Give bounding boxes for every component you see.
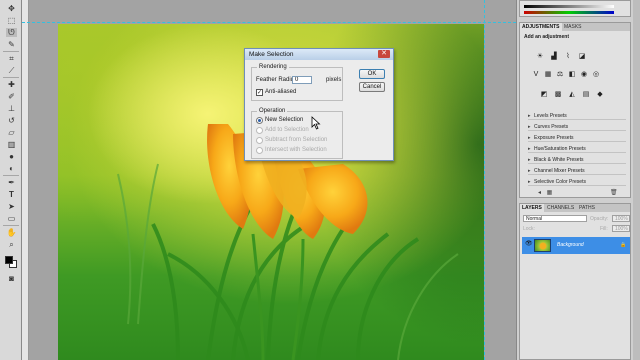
path-select-tool-icon[interactable]: ➤ <box>6 202 17 211</box>
threshold-icon[interactable]: ◭ <box>568 91 576 99</box>
exposure-icon[interactable]: ◪ <box>578 53 586 61</box>
color-panel <box>519 0 631 17</box>
blend-mode-select[interactable]: Normal <box>523 215 587 222</box>
blur-tool-icon[interactable]: ● <box>6 152 17 161</box>
tab-adjustments[interactable]: ADJUSTMENTS <box>520 23 562 31</box>
preset-exposure[interactable]: ▸ Exposure Presets <box>528 134 626 142</box>
adjustments-footer-icons[interactable]: ◂ ▦ <box>538 189 554 197</box>
tab-paths[interactable]: PATHS <box>577 204 597 212</box>
channel-mixer-icon[interactable]: ◎ <box>592 71 600 79</box>
panels-dock: ADJUSTMENTS MASKS Add an adjustment ☀ ▟ … <box>516 0 640 360</box>
collapsed-panel-strip <box>633 0 640 360</box>
preset-curves[interactable]: ▸ Curves Presets <box>528 123 626 131</box>
fill-label: Fill: <box>600 226 608 232</box>
hue-saturation-icon[interactable]: ▦ <box>544 71 552 79</box>
adjustments-panel: ADJUSTMENTS MASKS Add an adjustment ☀ ▟ … <box>519 22 631 198</box>
selective-color-icon[interactable]: ◆ <box>596 91 604 99</box>
type-tool-icon[interactable]: T <box>6 190 17 199</box>
history-brush-tool-icon[interactable]: ↺ <box>6 116 17 125</box>
quick-select-tool-icon[interactable]: ✎ <box>6 40 17 49</box>
dialog-titlebar[interactable]: Make Selection ✕ <box>245 49 393 60</box>
dialog-title: Make Selection <box>249 51 294 58</box>
color-slider-2[interactable] <box>524 11 614 14</box>
preset-black-white[interactable]: ▸ Black & White Presets <box>528 156 626 164</box>
layer-row-background[interactable]: 👁 Background 🔒 <box>522 237 630 254</box>
operation-legend: Operation <box>257 108 288 114</box>
adjustments-tabbar: ADJUSTMENTS MASKS <box>520 23 630 31</box>
quick-mask-icon[interactable]: ◙ <box>6 274 17 283</box>
rendering-legend: Rendering <box>257 64 289 70</box>
zoom-tool-icon[interactable]: ⌕ <box>6 240 17 249</box>
lock-icon: 🔒 <box>620 242 627 248</box>
dodge-tool-icon[interactable]: ◐ <box>6 164 17 173</box>
curves-icon[interactable]: ⌇ <box>564 53 572 61</box>
preset-selective-color[interactable]: ▸ Selective Color Presets <box>528 178 626 186</box>
healing-brush-tool-icon[interactable]: ✚ <box>6 80 17 89</box>
levels-icon[interactable]: ▟ <box>550 53 558 61</box>
preset-channel-mixer[interactable]: ▸ Channel Mixer Presets <box>528 167 626 175</box>
color-slider[interactable] <box>524 5 614 8</box>
intersect-with-selection-label: Intersect with Selection <box>265 147 327 153</box>
gradient-tool-icon[interactable]: ▥ <box>6 140 17 149</box>
eye-icon[interactable]: 👁 <box>525 241 533 248</box>
foreground-color-swatch[interactable] <box>5 256 13 264</box>
preset-hue-saturation[interactable]: ▸ Hue/Saturation Presets <box>528 145 626 153</box>
feather-unit-label: pixels <box>326 77 342 83</box>
cancel-button[interactable]: Cancel <box>359 82 385 92</box>
hand-tool-icon[interactable]: ✋ <box>6 228 17 237</box>
crop-tool-icon[interactable]: ⌗ <box>6 54 17 63</box>
guide-vertical[interactable] <box>484 0 485 360</box>
tab-masks[interactable]: MASKS <box>562 23 584 31</box>
pen-tool-icon[interactable]: ✒ <box>6 178 17 187</box>
color-balance-icon[interactable]: ⚖ <box>556 71 564 79</box>
gradient-map-icon[interactable]: ▤ <box>582 91 590 99</box>
move-tool-icon[interactable]: ✥ <box>6 4 17 13</box>
brightness-contrast-icon[interactable]: ☀ <box>536 53 544 61</box>
antialiased-checkbox[interactable]: ✓ <box>256 89 263 96</box>
add-to-selection-label: Add to Selection <box>265 127 309 133</box>
feather-radius-input[interactable] <box>292 76 312 84</box>
radio-new-selection[interactable] <box>256 117 263 124</box>
eraser-tool-icon[interactable]: ▱ <box>6 128 17 137</box>
radio-subtract-from-selection <box>256 137 263 144</box>
radio-intersect-with-selection <box>256 147 263 154</box>
shape-tool-icon[interactable]: ▭ <box>6 214 17 223</box>
tab-layers[interactable]: LAYERS <box>520 204 544 212</box>
tab-channels[interactable]: CHANNELS <box>545 204 576 212</box>
vibrance-icon[interactable]: V <box>532 71 540 79</box>
layer-name: Background <box>557 242 584 248</box>
layer-thumbnail <box>534 239 551 252</box>
ok-button[interactable]: OK <box>359 69 385 79</box>
mouse-pointer-icon <box>311 116 321 130</box>
trash-icon[interactable]: 🗑 <box>610 189 620 197</box>
preset-levels[interactable]: ▸ Levels Presets <box>528 112 626 120</box>
new-selection-label: New Selection <box>265 117 304 123</box>
close-icon[interactable]: ✕ <box>378 50 390 58</box>
fill-input[interactable]: 100% <box>612 225 630 232</box>
lock-label: Lock: <box>523 226 535 232</box>
marquee-tool-icon[interactable]: ⬚ <box>6 16 17 25</box>
clone-stamp-tool-icon[interactable]: ⊥ <box>6 104 17 113</box>
add-adjustment-header: Add an adjustment <box>524 34 570 40</box>
eyedropper-tool-icon[interactable]: ⟋ <box>6 66 17 75</box>
layers-panel: LAYERS CHANNELS PATHS Normal Opacity: 10… <box>519 203 631 360</box>
photo-filter-icon[interactable]: ◉ <box>580 71 588 79</box>
opacity-input[interactable]: 100% <box>612 215 630 222</box>
make-selection-dialog: Make Selection ✕ Rendering Feather Radiu… <box>244 48 394 161</box>
radio-add-to-selection <box>256 127 263 134</box>
lasso-tool-icon[interactable]: ᘎ <box>6 28 17 37</box>
posterize-icon[interactable]: ▩ <box>554 91 562 99</box>
tools-panel: ✥ ⬚ ᘎ ✎ ⌗ ⟋ ✚ ✐ ⊥ ↺ ▱ ▥ ● ◐ ✒ T ➤ ▭ ✋ ⌕ … <box>0 0 22 360</box>
vertical-ruler <box>22 0 29 360</box>
opacity-label: Opacity: <box>590 216 609 222</box>
brush-tool-icon[interactable]: ✐ <box>6 92 17 101</box>
subtract-from-selection-label: Subtract from Selection <box>265 137 328 143</box>
antialiased-label: Anti-aliased <box>265 89 297 95</box>
invert-icon[interactable]: ◩ <box>540 91 548 99</box>
rendering-group <box>251 67 343 101</box>
layers-tabbar: LAYERS CHANNELS PATHS <box>520 204 630 212</box>
black-white-icon[interactable]: ◧ <box>568 71 576 79</box>
guide-horizontal[interactable] <box>22 22 516 23</box>
